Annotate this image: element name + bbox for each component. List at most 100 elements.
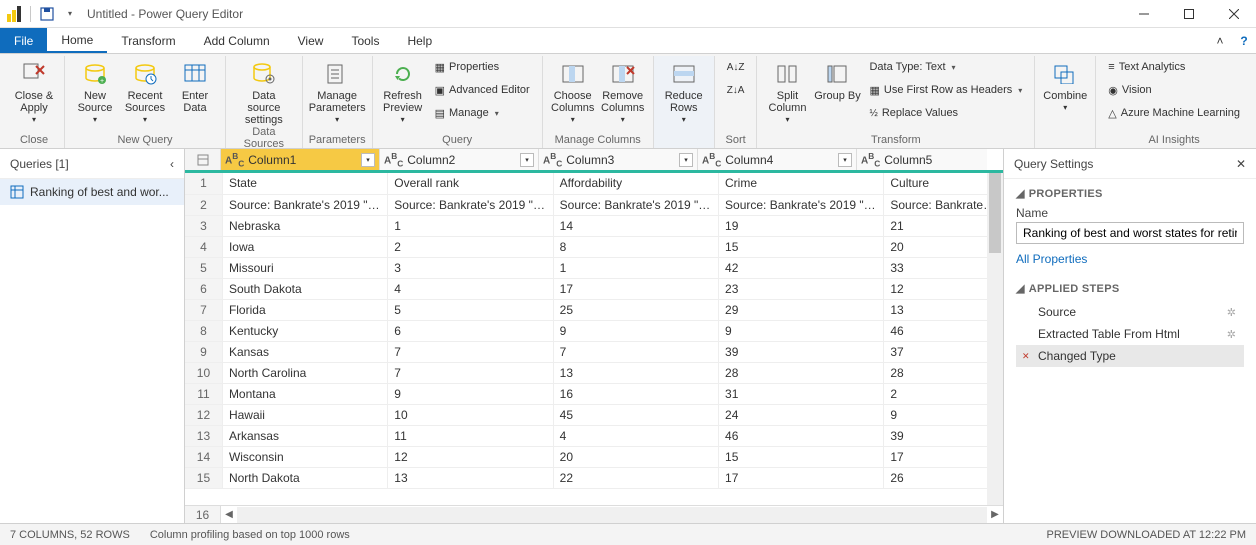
recent-sources-button[interactable]: Recent Sources▾ [121,56,169,125]
cell[interactable]: Arkansas [222,425,387,446]
cell[interactable]: Source: Bankrate's 2019 "Bes... [553,194,718,215]
table-row[interactable]: 6South Dakota4172312 [185,278,1003,299]
advanced-editor-button[interactable]: ▣Advanced Editor [429,79,536,101]
manage-parameters-button[interactable]: Manage Parameters▾ [309,56,365,125]
cell[interactable]: 4 [553,425,718,446]
split-column-button[interactable]: Split Column▾ [763,56,811,125]
cell[interactable]: 13 [388,467,553,488]
cell[interactable]: Florida [222,299,387,320]
cell[interactable]: Wisconsin [222,446,387,467]
tab-home[interactable]: Home [47,28,107,53]
filter-dropdown-icon[interactable]: ▾ [520,153,534,167]
cell[interactable]: 29 [719,299,884,320]
cell[interactable]: 10 [388,404,553,425]
cell[interactable]: 3 [388,257,553,278]
column-header-4[interactable]: ABCColumn4▾ [698,149,857,170]
cell[interactable]: 2 [884,383,1003,404]
table-row[interactable]: 15North Dakota13221726 [185,467,1003,488]
cell[interactable]: 5 [388,299,553,320]
filter-dropdown-icon[interactable]: ▾ [361,153,375,167]
tab-help[interactable]: Help [393,28,446,53]
table-row[interactable]: 8Kentucky69946 [185,320,1003,341]
properties-section-toggle[interactable]: ◢PROPERTIES [1016,187,1244,200]
new-source-button[interactable]: +New Source▾ [71,56,119,125]
data-type-button[interactable]: Data Type: Text [863,56,1028,78]
maximize-button[interactable] [1166,0,1211,28]
cell[interactable]: 23 [719,278,884,299]
cell[interactable]: Source: Bankrate's 2019 "Bes... [388,194,553,215]
scroll-left-icon[interactable]: ◀ [221,507,237,523]
close-button[interactable] [1211,0,1256,28]
cell[interactable]: 11 [388,425,553,446]
cell[interactable]: Hawaii [222,404,387,425]
cell[interactable]: 20 [553,446,718,467]
reduce-rows-button[interactable]: Reduce Rows▾ [660,56,708,125]
grid-body[interactable]: 1StateOverall rankAffordabilityCrimeCult… [185,173,1003,505]
cell[interactable]: 46 [884,320,1003,341]
cell[interactable]: Kentucky [222,320,387,341]
table-row[interactable]: 3Nebraska1141921 [185,215,1003,236]
grid-corner[interactable] [185,149,221,170]
cell[interactable]: South Dakota [222,278,387,299]
cell[interactable]: 12 [884,278,1003,299]
cell[interactable]: 1 [388,215,553,236]
cell[interactable]: Source: Bankrate's 2019 "Bes... [222,194,387,215]
cell[interactable]: 9 [884,404,1003,425]
cell[interactable]: 9 [719,320,884,341]
tab-tools[interactable]: Tools [337,28,393,53]
combine-button[interactable]: Combine▾ [1041,56,1089,113]
gear-icon[interactable]: ✲ [1227,306,1236,319]
tab-add-column[interactable]: Add Column [190,28,284,53]
filter-dropdown-icon[interactable]: ▾ [679,153,693,167]
query-name-input[interactable] [1016,222,1244,244]
cell[interactable]: 1 [553,257,718,278]
cell[interactable]: Iowa [222,236,387,257]
cell[interactable]: 4 [388,278,553,299]
step-source[interactable]: Source✲ [1016,301,1244,323]
cell[interactable]: 39 [884,425,1003,446]
close-pane-icon[interactable]: ✕ [1236,157,1246,171]
cell[interactable]: 7 [388,341,553,362]
group-by-button[interactable]: Group By [813,56,861,102]
enter-data-button[interactable]: Enter Data [171,56,219,114]
table-row[interactable]: 5Missouri314233 [185,257,1003,278]
horizontal-scrollbar[interactable]: 16 ◀ ▶ [185,505,1003,523]
column-header-1[interactable]: ABCColumn1▾ [221,149,380,170]
first-row-headers-button[interactable]: ▦Use First Row as Headers [863,79,1028,101]
applied-steps-section-toggle[interactable]: ◢APPLIED STEPS [1016,282,1244,295]
table-row[interactable]: 14Wisconsin12201517 [185,446,1003,467]
cell[interactable]: 31 [719,383,884,404]
table-row[interactable]: 7Florida5252913 [185,299,1003,320]
cell[interactable]: North Carolina [222,362,387,383]
column-header-3[interactable]: ABCColumn3▾ [539,149,698,170]
vision-button[interactable]: ◉Vision [1102,79,1246,101]
cell[interactable]: 14 [553,215,718,236]
cell[interactable]: 19 [719,215,884,236]
cell[interactable]: North Dakota [222,467,387,488]
scroll-thumb[interactable] [989,173,1001,253]
close-apply-button[interactable]: Close & Apply▾ [10,56,58,125]
cell[interactable]: 9 [553,320,718,341]
cell[interactable]: Nebraska [222,215,387,236]
cell[interactable]: 46 [719,425,884,446]
qat-dropdown-icon[interactable] [59,4,79,24]
cell[interactable]: Culture [884,173,1003,194]
choose-columns-button[interactable]: Choose Columns▾ [549,56,597,125]
properties-button[interactable]: ▦Properties [429,56,536,78]
cell[interactable]: 15 [719,236,884,257]
step-changed-type[interactable]: Changed Type [1016,345,1244,367]
cell[interactable]: Overall rank [388,173,553,194]
sort-desc-button[interactable]: Z↓A [721,79,751,101]
cell[interactable]: 12 [388,446,553,467]
cell[interactable]: 33 [884,257,1003,278]
text-analytics-button[interactable]: ≡Text Analytics [1102,56,1246,78]
cell[interactable]: Kansas [222,341,387,362]
cell[interactable]: 7 [553,341,718,362]
column-header-2[interactable]: ABCColumn2▾ [380,149,539,170]
help-icon[interactable]: ? [1232,28,1256,53]
cell[interactable]: 24 [719,404,884,425]
refresh-preview-button[interactable]: Refresh Preview▾ [379,56,427,125]
cell[interactable]: 17 [884,446,1003,467]
azure-ml-button[interactable]: △Azure Machine Learning [1102,102,1246,124]
cell[interactable]: 28 [884,362,1003,383]
